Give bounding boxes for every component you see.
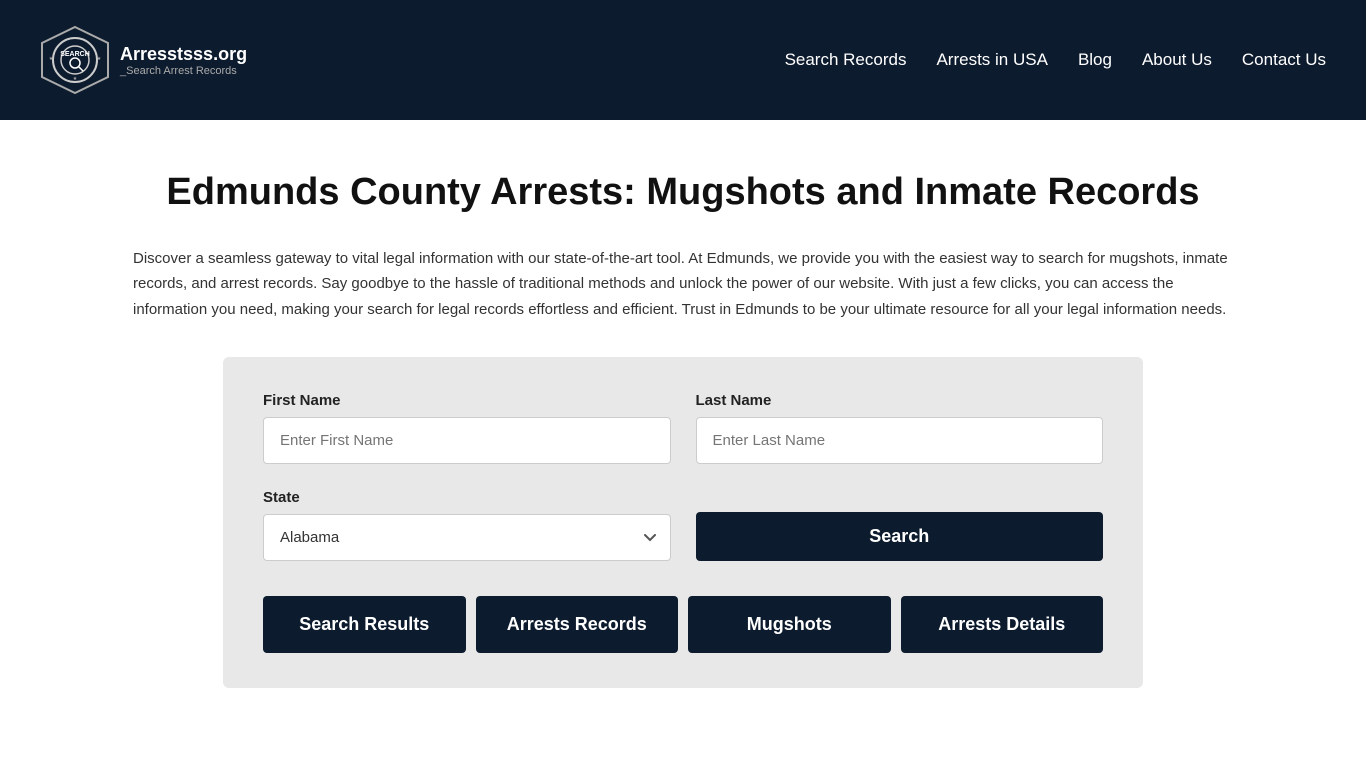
last-name-input[interactable] <box>696 417 1104 464</box>
state-label: State <box>263 489 671 506</box>
page-title: Edmunds County Arrests: Mugshots and Inm… <box>80 170 1286 216</box>
main-content: Edmunds County Arrests: Mugshots and Inm… <box>0 120 1366 768</box>
search-results-button[interactable]: Search Results <box>263 596 466 653</box>
first-name-input[interactable] <box>263 417 671 464</box>
first-name-label: First Name <box>263 392 671 409</box>
page-description: Discover a seamless gateway to vital leg… <box>133 246 1233 323</box>
nav-arrests-in-usa[interactable]: Arrests in USA <box>936 50 1047 70</box>
arrests-records-button[interactable]: Arrests Records <box>476 596 679 653</box>
logo[interactable]: SEARCH ★ ★ ★ Arresstsss.org _Search Arre… <box>40 25 247 95</box>
svg-text:★: ★ <box>49 56 54 62</box>
nav-blog[interactable]: Blog <box>1078 50 1112 70</box>
state-select[interactable]: Alabama Alaska Arizona Arkansas Californ… <box>263 514 671 561</box>
state-search-row: State Alabama Alaska Arizona Arkansas Ca… <box>263 489 1103 561</box>
last-name-group: Last Name <box>696 392 1104 464</box>
logo-name: Arresstsss.org <box>120 44 247 65</box>
arrests-details-button[interactable]: Arrests Details <box>901 596 1104 653</box>
logo-tagline: _Search Arrest Records <box>120 65 247 77</box>
first-name-group: First Name <box>263 392 671 464</box>
state-group: State Alabama Alaska Arizona Arkansas Ca… <box>263 489 671 561</box>
search-button-group: Search <box>696 512 1104 561</box>
site-header: SEARCH ★ ★ ★ Arresstsss.org _Search Arre… <box>0 0 1366 120</box>
bottom-buttons: Search Results Arrests Records Mugshots … <box>263 596 1103 653</box>
svg-text:★: ★ <box>73 76 78 82</box>
logo-text: Arresstsss.org _Search Arrest Records <box>120 44 247 77</box>
svg-text:SEARCH: SEARCH <box>60 51 90 58</box>
mugshots-button[interactable]: Mugshots <box>688 596 891 653</box>
search-card: First Name Last Name State Alabama Alask… <box>223 357 1143 688</box>
svg-text:★: ★ <box>97 56 102 62</box>
logo-icon: SEARCH ★ ★ ★ <box>40 25 110 95</box>
nav-search-records[interactable]: Search Records <box>785 50 907 70</box>
nav-contact-us[interactable]: Contact Us <box>1242 50 1326 70</box>
search-button[interactable]: Search <box>696 512 1104 561</box>
name-row: First Name Last Name <box>263 392 1103 464</box>
nav-about-us[interactable]: About Us <box>1142 50 1212 70</box>
last-name-label: Last Name <box>696 392 1104 409</box>
main-nav: Search Records Arrests in USA Blog About… <box>785 50 1326 70</box>
